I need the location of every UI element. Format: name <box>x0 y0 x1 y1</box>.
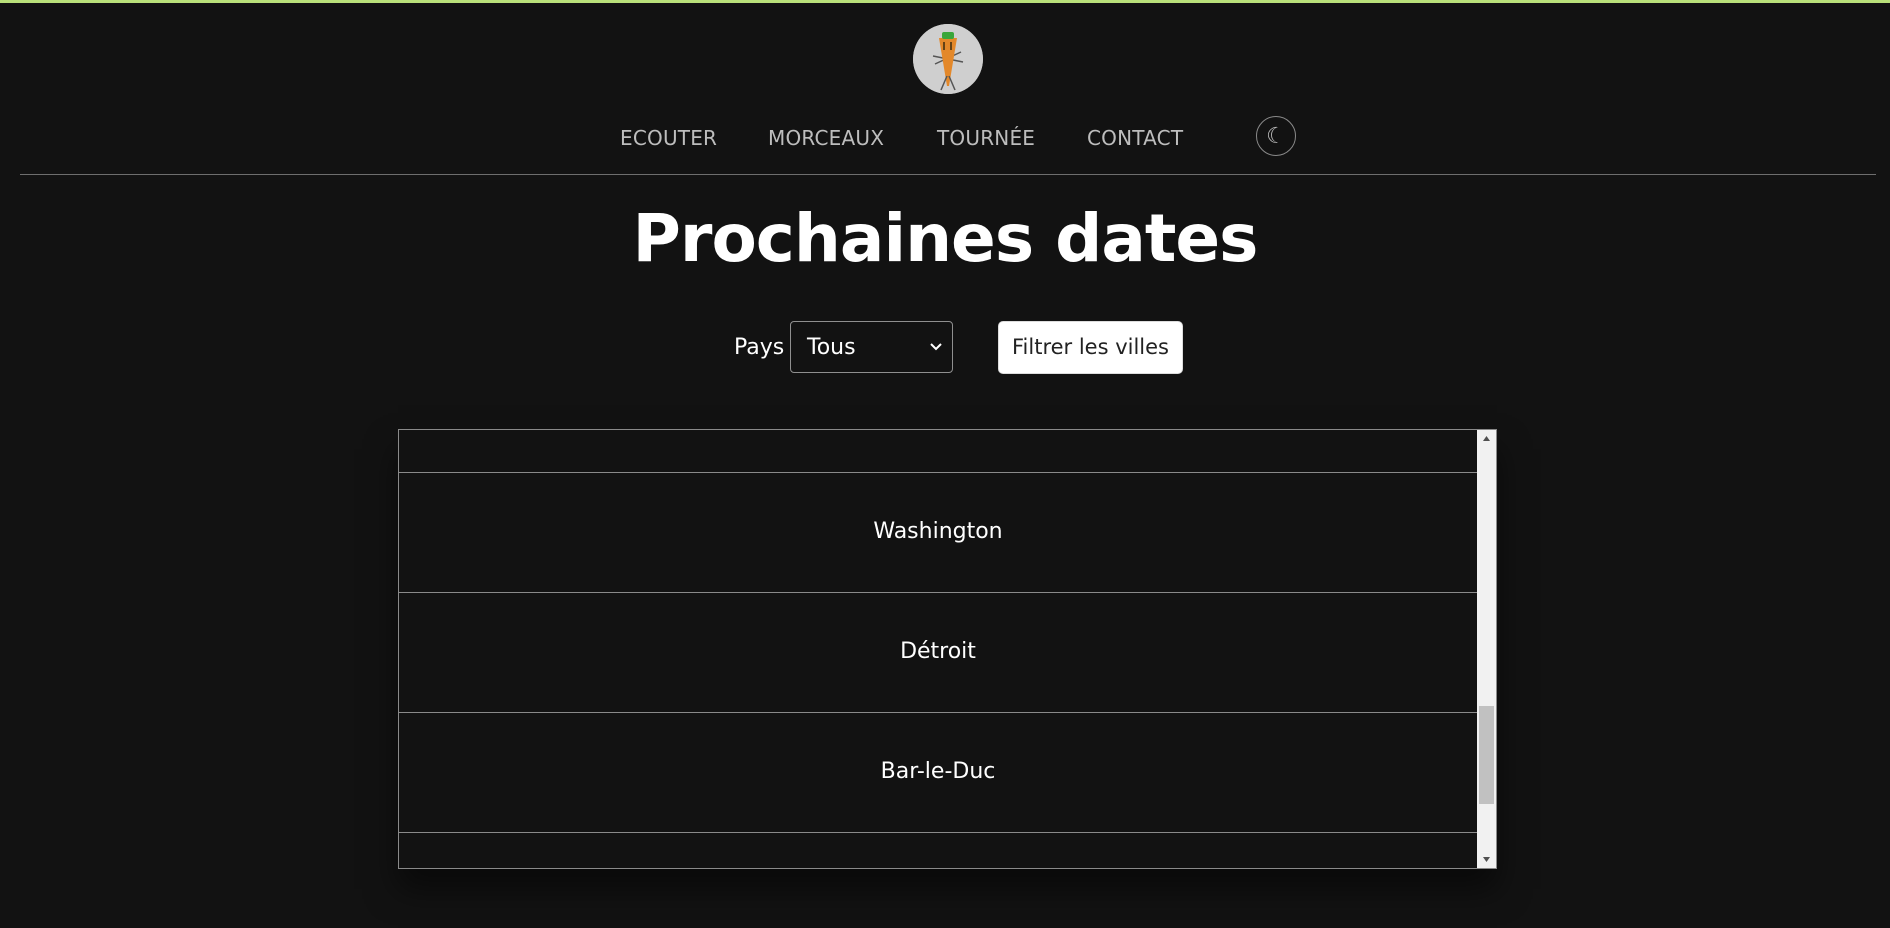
country-filter: Pays Tous Filtrer les villes <box>0 321 1890 375</box>
nav-link-contact[interactable]: CONTACT <box>1087 126 1183 150</box>
list-item <box>399 430 1477 472</box>
page-title: Prochaines dates <box>632 200 1259 277</box>
country-select-value: Tous <box>807 335 856 360</box>
tour-dates-list-content: Washington Détroit Bar-le-Duc <box>399 430 1477 868</box>
list-item: Détroit <box>399 592 1477 712</box>
chevron-down-icon <box>930 343 942 351</box>
list-scrollbar[interactable] <box>1477 430 1496 868</box>
filter-cities-button[interactable]: Filtrer les villes <box>998 321 1183 374</box>
theme-toggle-button[interactable]: ☾ <box>1256 116 1296 156</box>
nav-link-morceaux[interactable]: MORCEAUX <box>768 126 884 150</box>
scroll-down-arrow-icon[interactable] <box>1477 850 1496 868</box>
header-divider <box>20 174 1876 175</box>
list-item <box>399 832 1477 868</box>
moon-icon: ☾ <box>1266 124 1286 149</box>
carrot-logo-icon[interactable] <box>913 24 983 94</box>
tour-dates-list[interactable]: Washington Détroit Bar-le-Duc <box>398 429 1497 869</box>
site-header: ECOUTER MORCEAUX TOURNÉE CONTACT ☾ <box>0 0 1890 175</box>
country-filter-label: Pays <box>734 335 785 360</box>
nav-link-ecouter[interactable]: ECOUTER <box>620 126 717 150</box>
country-select[interactable]: Tous <box>790 321 953 373</box>
scroll-up-arrow-icon[interactable] <box>1477 430 1496 448</box>
list-item: Bar-le-Duc <box>399 712 1477 832</box>
scrollbar-thumb[interactable] <box>1479 706 1494 804</box>
nav-link-tournee[interactable]: TOURNÉE <box>937 126 1035 150</box>
list-item: Washington <box>399 472 1477 592</box>
main-nav: ECOUTER MORCEAUX TOURNÉE CONTACT ☾ <box>0 114 1890 162</box>
